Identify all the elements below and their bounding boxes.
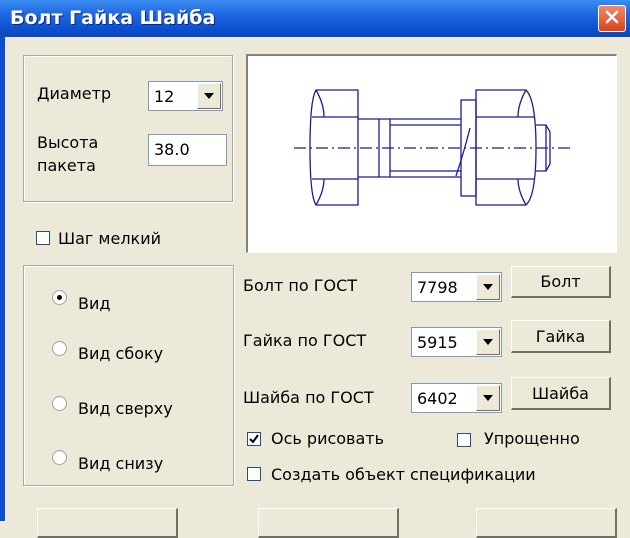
bolt-gost-label: Болт по ГОСТ: [243, 276, 358, 295]
close-button[interactable]: [598, 5, 626, 32]
fine-pitch-checkbox[interactable]: [36, 231, 50, 245]
height-label-line2: пакета: [37, 156, 96, 175]
fine-pitch-label[interactable]: Шаг мелкий: [58, 229, 161, 248]
height-label-line1: Высота: [37, 133, 99, 152]
bolt-button[interactable]: Болт: [511, 266, 611, 298]
view-bottom-label[interactable]: Вид снизу: [78, 454, 163, 473]
checkmark-icon: [249, 430, 259, 448]
radio-view[interactable]: [52, 290, 67, 305]
view-top-label[interactable]: Вид сверху: [78, 399, 173, 418]
chevron-down-icon[interactable]: [476, 329, 500, 355]
washer-gost-value: 6402: [417, 389, 458, 408]
nut-button-label: Гайка: [535, 326, 586, 346]
diameter-select[interactable]: 12: [148, 81, 223, 111]
nut-button[interactable]: Гайка: [511, 320, 611, 353]
washer-button-label: Шайба: [532, 383, 589, 403]
nut-gost-label: Гайка по ГОСТ: [243, 331, 367, 350]
chevron-down-icon[interactable]: [476, 274, 500, 300]
chevron-down-icon[interactable]: [476, 385, 500, 411]
bolt-gost-select[interactable]: 7798: [411, 272, 502, 302]
washer-gost-select[interactable]: 6402: [411, 383, 502, 413]
simplified-checkbox[interactable]: [457, 433, 471, 447]
bolt-gost-value: 7798: [417, 278, 458, 297]
radio-selected-dot: [57, 295, 62, 300]
radio-view-side[interactable]: [52, 341, 67, 356]
nut-gost-select[interactable]: 5915: [411, 327, 502, 357]
radio-view-top[interactable]: [52, 396, 67, 411]
preview-panel: [246, 54, 617, 253]
bolt-button-label: Болт: [540, 272, 581, 291]
simplified-label[interactable]: Упрощенно: [484, 429, 580, 448]
bolt-assembly-drawing: [294, 89, 570, 206]
diameter-value: 12: [154, 87, 175, 106]
washer-gost-label: Шайба по ГОСТ: [243, 388, 374, 407]
draw-axis-checkbox[interactable]: [247, 432, 261, 446]
view-label[interactable]: Вид: [78, 294, 110, 313]
create-spec-checkbox[interactable]: [247, 467, 261, 481]
ok-button[interactable]: [37, 508, 178, 538]
diameter-label: Диаметр: [37, 84, 112, 103]
create-spec-label[interactable]: Создать объект спецификации: [271, 465, 536, 484]
draw-axis-label[interactable]: Ось рисовать: [271, 429, 384, 448]
close-icon: [604, 9, 620, 29]
chevron-down-icon[interactable]: [197, 83, 221, 109]
bottom-button-3[interactable]: [476, 508, 617, 538]
title-bar[interactable]: Болт Гайка Шайба: [0, 0, 630, 37]
height-input[interactable]: 38.0: [148, 134, 227, 166]
bottom-button-2[interactable]: [258, 508, 399, 538]
window-frame-left: [0, 37, 5, 521]
view-side-label[interactable]: Вид сбоку: [78, 344, 163, 363]
window-title: Болт Гайка Шайба: [10, 7, 216, 29]
parameters-group: [23, 55, 233, 202]
height-value: 38.0: [154, 140, 190, 159]
washer-button[interactable]: Шайба: [511, 377, 611, 410]
radio-view-bottom[interactable]: [52, 450, 67, 465]
nut-gost-value: 5915: [417, 333, 458, 352]
